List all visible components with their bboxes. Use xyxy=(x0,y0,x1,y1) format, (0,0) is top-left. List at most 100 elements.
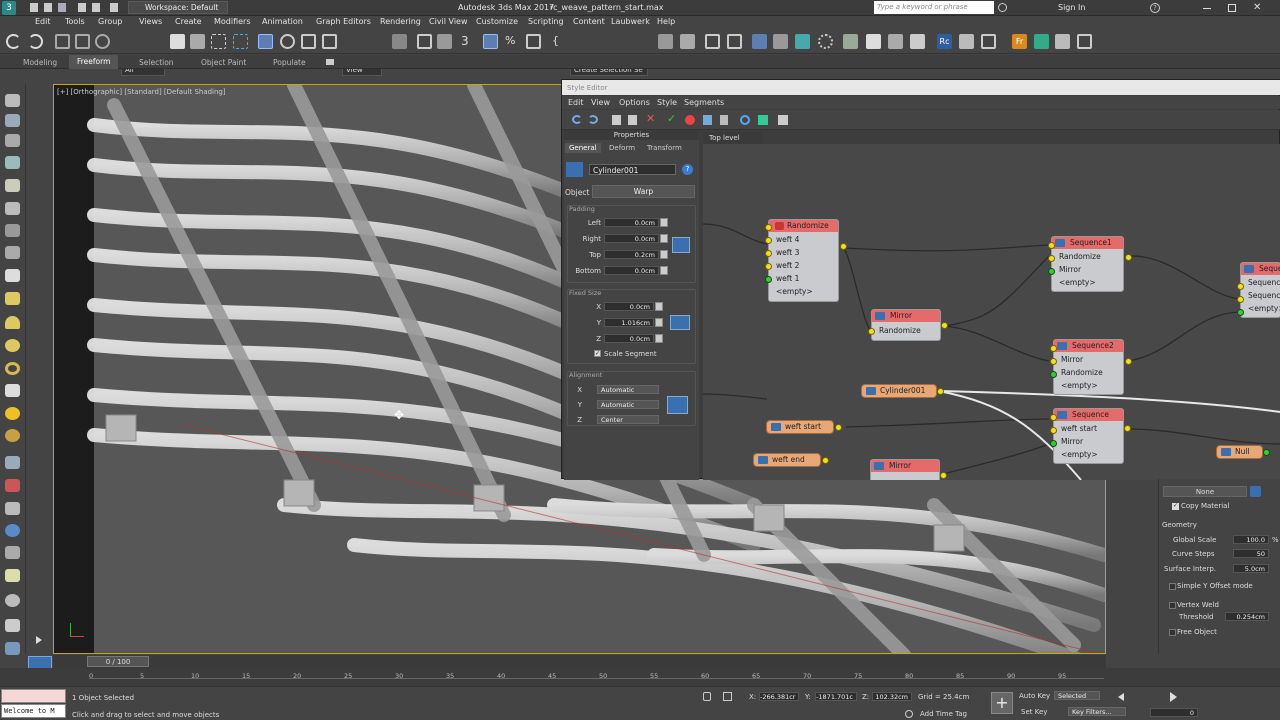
maxscript-listener[interactable] xyxy=(1,689,66,703)
se-menu-segments[interactable]: Segments xyxy=(684,98,724,107)
threshold-input[interactable]: 0.254cm xyxy=(1225,612,1269,621)
cone-icon[interactable] xyxy=(5,384,20,397)
mirror-icon[interactable] xyxy=(658,34,673,49)
global-scale-input[interactable]: 100.0 xyxy=(1233,535,1269,544)
spacewarp-icon[interactable] xyxy=(5,224,20,237)
set-key-icon[interactable]: + xyxy=(991,692,1013,714)
maximize-button[interactable] xyxy=(1228,4,1236,12)
wrench-icon[interactable] xyxy=(1055,34,1070,49)
quick-access-icons[interactable] xyxy=(22,3,122,13)
output-pin[interactable] xyxy=(1124,425,1131,432)
bird-icon[interactable] xyxy=(5,546,20,559)
auto-key-button[interactable]: Auto Key xyxy=(1019,692,1050,700)
se-apply-icon[interactable]: ✓ xyxy=(667,112,676,125)
unlink-icon[interactable] xyxy=(75,34,90,49)
expand-arrow-icon[interactable] xyxy=(36,636,42,644)
input-pin[interactable] xyxy=(1048,255,1055,262)
input-pin[interactable] xyxy=(1048,268,1055,275)
node-mirror-2[interactable]: Mirror xyxy=(870,459,940,480)
se-menu-style[interactable]: Style xyxy=(657,98,677,107)
fixed-size-y-spinner[interactable] xyxy=(655,318,663,327)
menu-graph-editors[interactable]: Graph Editors xyxy=(316,17,371,26)
curve-editor-icon[interactable] xyxy=(773,34,788,49)
render-production-icon[interactable] xyxy=(888,34,903,49)
padding-bottom-spinner[interactable] xyxy=(660,266,668,275)
menu-views[interactable]: Views xyxy=(139,17,162,26)
scene-explorer-icon[interactable] xyxy=(705,34,720,49)
sun-icon[interactable] xyxy=(5,407,20,420)
align-icon[interactable] xyxy=(680,34,695,49)
curve-steps-input[interactable]: 50 xyxy=(1233,549,1269,558)
light-icon[interactable] xyxy=(5,269,20,282)
object-name-field[interactable]: Cylinder001 xyxy=(589,164,676,175)
box-icon[interactable] xyxy=(5,292,20,305)
layer-explorer-icon[interactable] xyxy=(727,34,742,49)
fixed-size-z-spinner[interactable] xyxy=(655,334,663,343)
menu-customize[interactable]: Customize xyxy=(476,17,518,26)
input-pin[interactable] xyxy=(765,250,772,257)
forest-pack-icon[interactable]: Fr xyxy=(1012,34,1027,49)
maxscript-input[interactable]: Welcome to M xyxy=(1,704,66,718)
ribbon-tab-freeform[interactable]: Freeform xyxy=(69,55,119,69)
lock-selection-icon[interactable] xyxy=(703,692,711,701)
menu-tools[interactable]: Tools xyxy=(65,17,85,26)
output-pin[interactable] xyxy=(840,243,847,250)
padding-top-input[interactable]: 0.2cm xyxy=(604,250,659,259)
select-and-move-icon[interactable] xyxy=(258,34,273,49)
rendered-frame-window-icon[interactable] xyxy=(866,34,881,49)
surface-interp-input[interactable]: 5.0cm xyxy=(1233,564,1269,573)
alignment-z-dropdown[interactable]: Center xyxy=(597,415,659,424)
menu-rendering[interactable]: Rendering xyxy=(380,17,421,26)
undo-icon[interactable] xyxy=(6,34,21,49)
utilities-panel-icon[interactable] xyxy=(5,202,20,215)
window-crossing-icon[interactable] xyxy=(233,34,248,49)
alignment-x-dropdown[interactable]: Automatic xyxy=(597,385,659,394)
link-icon[interactable] xyxy=(55,34,70,49)
workspace-dropdown[interactable]: Workspace: Default xyxy=(128,1,228,14)
paint-icon[interactable] xyxy=(5,479,20,492)
menu-scripting[interactable]: Scripting xyxy=(528,17,564,26)
input-pin[interactable] xyxy=(1050,371,1057,378)
se-redo-icon[interactable] xyxy=(588,115,598,124)
viewport-label[interactable]: [+] [Orthographic] [Standard] [Default S… xyxy=(57,88,226,96)
tools-icon[interactable] xyxy=(959,34,974,49)
set-key-button[interactable]: Set Key xyxy=(1021,708,1047,716)
list-icon[interactable] xyxy=(981,34,996,49)
scale-segment-checkbox[interactable]: ✓ xyxy=(594,350,601,357)
vertex-weld-checkbox[interactable] xyxy=(1169,602,1176,609)
railclone-icon[interactable]: Rc xyxy=(937,34,952,49)
padding-top-spinner[interactable] xyxy=(660,250,668,259)
se-refresh-icon[interactable] xyxy=(740,115,750,125)
se-paste-icon[interactable] xyxy=(628,115,637,125)
torus-icon[interactable] xyxy=(5,362,20,375)
input-pin[interactable] xyxy=(1050,440,1057,447)
close-button[interactable]: ✕ xyxy=(1253,2,1261,13)
input-pin[interactable] xyxy=(1050,414,1057,421)
menu-group[interactable]: Group xyxy=(98,17,122,26)
time-slider-thumb[interactable]: 0 / 100 xyxy=(87,656,149,667)
output-pin[interactable] xyxy=(1263,449,1270,456)
z-coord-input[interactable]: 102.32cm xyxy=(872,692,912,701)
input-pin[interactable] xyxy=(1237,283,1244,290)
copy-material-checkbox[interactable]: ✓ xyxy=(1172,503,1179,510)
se-copy-icon[interactable] xyxy=(612,115,621,125)
se-menu-view[interactable]: View xyxy=(591,98,610,107)
select-and-scale-icon[interactable] xyxy=(301,34,316,49)
menu-content[interactable]: Content xyxy=(573,17,605,26)
tab-general[interactable]: General xyxy=(565,143,601,153)
rectangular-selection-icon[interactable] xyxy=(211,34,226,49)
bind-space-warp-icon[interactable] xyxy=(95,34,110,49)
output-pin[interactable] xyxy=(941,322,948,329)
free-object-checkbox[interactable] xyxy=(1169,629,1176,636)
output-pin[interactable] xyxy=(940,472,947,479)
particles-icon[interactable] xyxy=(5,456,20,469)
percent-snap-icon[interactable]: % xyxy=(505,34,520,49)
key-mode-dropdown[interactable]: Selected xyxy=(1054,691,1100,700)
menu-edit[interactable]: Edit xyxy=(35,17,51,26)
x-coord-input[interactable]: -266.381cr xyxy=(759,692,799,701)
sign-in-button[interactable]: Sign In xyxy=(1058,3,1085,12)
ribbon-tab-selection[interactable]: Selection xyxy=(139,58,174,67)
schematic-view-icon[interactable] xyxy=(795,34,810,49)
fixed-size-link-icon[interactable] xyxy=(670,315,690,330)
node-sequence-right[interactable]: Sequen Sequence Sequence <empty> xyxy=(1240,262,1280,318)
